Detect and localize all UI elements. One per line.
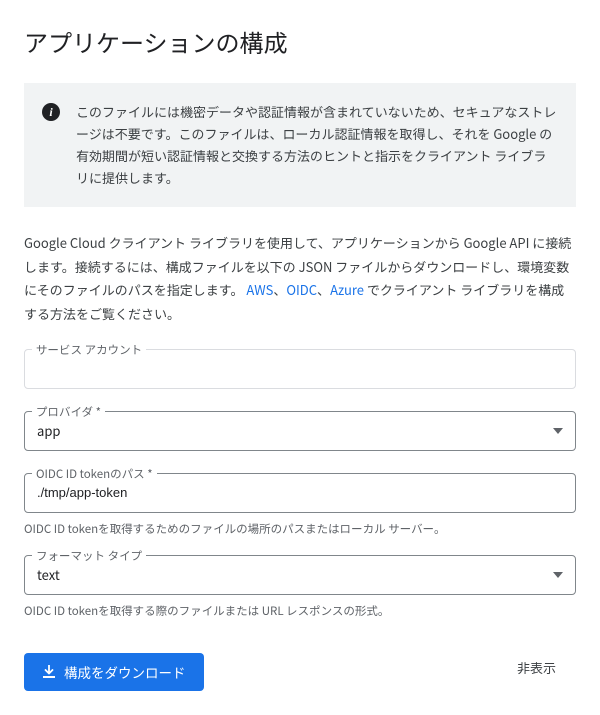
info-icon: i <box>42 103 60 121</box>
description-text: Google Cloud クライアント ライブラリを使用して、アプリケーションか… <box>24 231 576 325</box>
provider-select[interactable]: app <box>24 411 576 451</box>
oidc-path-label: OIDC ID tokenのパス * <box>32 466 157 482</box>
provider-field: プロバイダ * app <box>24 411 576 451</box>
format-type-helper: OIDC ID tokenを取得する際のファイルまたは URL レスポンスの形式… <box>24 603 576 619</box>
service-account-field: サービス アカウント <box>24 349 576 389</box>
format-type-label: フォーマット タイプ <box>32 548 146 564</box>
link-oidc[interactable]: OIDC <box>286 280 317 299</box>
oidc-path-helper: OIDC ID tokenを取得するためのファイルの場所のパスまたはローカル サ… <box>24 521 576 537</box>
link-azure[interactable]: Azure <box>330 280 364 299</box>
download-icon <box>42 665 56 679</box>
download-config-button[interactable]: 構成をダウンロード <box>24 653 204 691</box>
provider-value: app <box>37 421 60 440</box>
info-panel: i このファイルには機密データや認証情報が含まれていないため、セキュアなストレー… <box>24 83 576 207</box>
info-text: このファイルには機密データや認証情報が含まれていないため、セキュアなストレージは… <box>76 101 558 189</box>
provider-label: プロバイダ * <box>32 404 105 420</box>
chevron-down-icon <box>553 572 563 578</box>
oidc-path-field: OIDC ID tokenのパス * <box>24 473 576 513</box>
format-type-value: text <box>37 565 60 584</box>
chevron-down-icon <box>553 428 563 434</box>
link-aws[interactable]: AWS <box>246 280 273 299</box>
dismiss-button[interactable]: 非表示 <box>517 658 556 677</box>
page-title: アプリケーションの構成 <box>24 24 576 59</box>
format-type-field: フォーマット タイプ text <box>24 555 576 595</box>
service-account-label: サービス アカウント <box>32 342 146 358</box>
download-button-label: 構成をダウンロード <box>64 662 186 682</box>
